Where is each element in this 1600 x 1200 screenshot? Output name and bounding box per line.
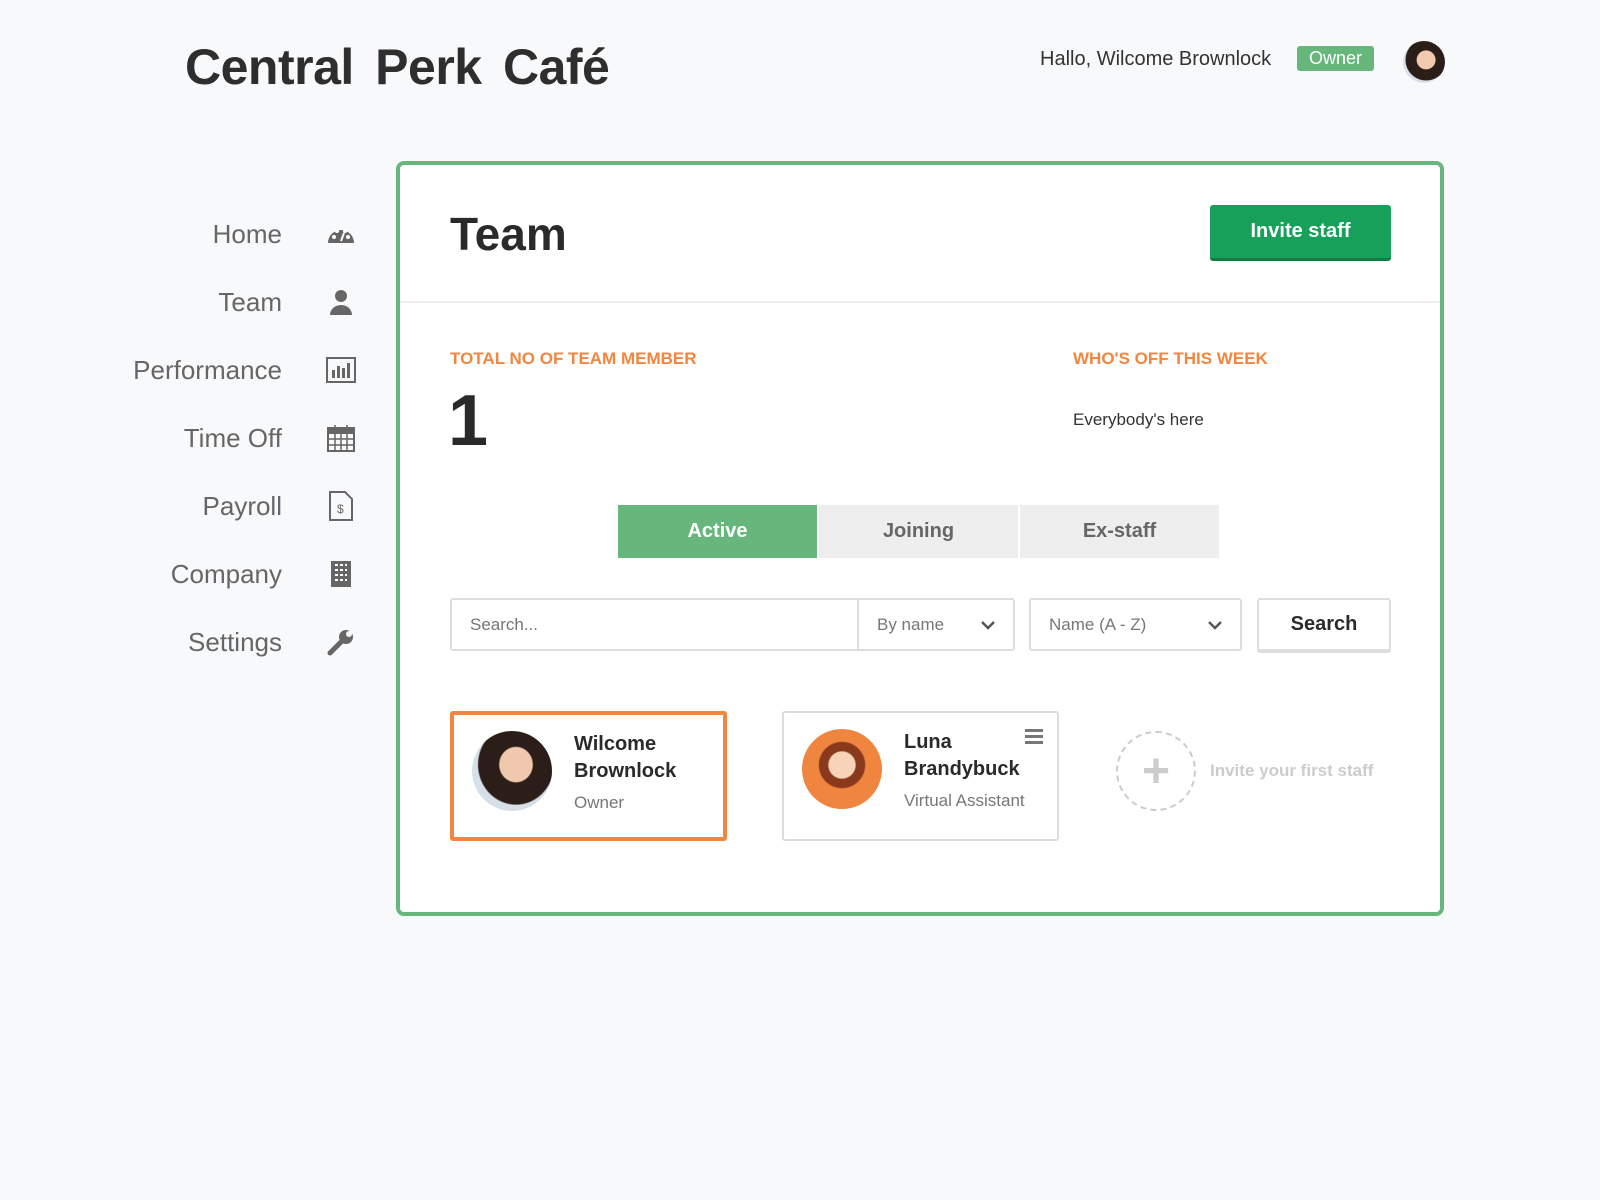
sidebar-item-label: Time Off bbox=[183, 422, 282, 453]
chevron-down-icon bbox=[1208, 615, 1222, 635]
sidebar-item-label: Team bbox=[218, 286, 282, 317]
sidebar-item-label: Settings bbox=[188, 626, 282, 657]
tab-joining[interactable]: Joining bbox=[819, 505, 1020, 558]
svg-text:$: $ bbox=[337, 502, 344, 516]
add-staff-plus-icon[interactable]: + bbox=[1116, 731, 1196, 811]
member-last-name: Brandybuck bbox=[904, 758, 1020, 780]
member-role: Virtual Assistant bbox=[904, 791, 1025, 810]
app-logo: Central Perk Café bbox=[185, 39, 610, 95]
filter-select-value: By name bbox=[877, 614, 945, 634]
tab-active[interactable]: Active bbox=[618, 505, 819, 558]
sidebar-item-payroll[interactable]: Payroll $ bbox=[0, 472, 370, 540]
sidebar-item-label: Payroll bbox=[202, 490, 282, 521]
member-first-name: Wilcome bbox=[574, 733, 657, 755]
team-panel: Team Invite staff TOTAL NO OF TEAM MEMBE… bbox=[396, 161, 1444, 916]
member-last-name: Brownlock bbox=[574, 760, 677, 782]
member-role: Owner bbox=[574, 793, 625, 812]
calendar-icon bbox=[326, 423, 356, 453]
search-button[interactable]: Search bbox=[1257, 598, 1391, 653]
bar-chart-icon bbox=[326, 355, 356, 385]
user-avatar[interactable] bbox=[1403, 41, 1445, 83]
sidebar-item-home[interactable]: Home bbox=[0, 200, 370, 268]
building-icon bbox=[326, 559, 356, 589]
search-group: By name bbox=[450, 598, 1015, 651]
role-badge: Owner bbox=[1297, 46, 1375, 71]
search-input[interactable] bbox=[452, 600, 857, 649]
filter-select[interactable]: By name bbox=[857, 600, 1013, 649]
whos-off-label: WHO'S OFF THIS WEEK bbox=[1073, 349, 1268, 368]
sidebar-item-label: Home bbox=[212, 218, 282, 249]
invite-first-staff-link[interactable]: Invite your first staff bbox=[1210, 761, 1373, 781]
member-card[interactable]: Wilcome Brownlock Owner bbox=[450, 711, 727, 841]
member-avatar bbox=[472, 731, 552, 811]
sidebar-item-team[interactable]: Team bbox=[0, 268, 370, 336]
sidebar-item-settings[interactable]: Settings bbox=[0, 608, 370, 676]
sidebar-item-company[interactable]: Company bbox=[0, 540, 370, 608]
page-title: Team bbox=[450, 208, 567, 260]
total-members-label: TOTAL NO OF TEAM MEMBER bbox=[450, 349, 697, 368]
sort-select-value: Name (A - Z) bbox=[1049, 614, 1147, 634]
wrench-icon bbox=[326, 627, 356, 657]
tab-ex-staff[interactable]: Ex-staff bbox=[1020, 505, 1221, 558]
invoice-icon: $ bbox=[326, 491, 356, 521]
sidebar-item-label: Company bbox=[170, 558, 282, 589]
sidebar-nav: Home Team Performance Time Off Payroll $ … bbox=[0, 200, 370, 676]
sidebar-item-time-off[interactable]: Time Off bbox=[0, 404, 370, 472]
sort-select[interactable]: Name (A - Z) bbox=[1029, 598, 1242, 651]
panel-header: Team Invite staff bbox=[400, 165, 1440, 303]
member-first-name: Luna bbox=[904, 731, 952, 753]
sidebar-item-performance[interactable]: Performance bbox=[0, 336, 370, 404]
whos-off-value: Everybody's here bbox=[1073, 410, 1204, 429]
member-avatar bbox=[802, 729, 882, 809]
staff-tabs: Active Joining Ex-staff bbox=[618, 505, 1221, 558]
user-greeting: Hallo, Wilcome Brownlock bbox=[1040, 48, 1272, 70]
hamburger-menu-icon[interactable] bbox=[1025, 729, 1043, 747]
chevron-down-icon bbox=[981, 615, 995, 635]
dashboard-icon bbox=[326, 219, 356, 249]
invite-staff-button[interactable]: Invite staff bbox=[1210, 205, 1391, 261]
sidebar-item-label: Performance bbox=[133, 354, 282, 385]
member-card[interactable]: Luna Brandybuck Virtual Assistant bbox=[782, 711, 1059, 841]
total-members-value: 1 bbox=[448, 381, 489, 461]
user-icon bbox=[326, 287, 356, 317]
